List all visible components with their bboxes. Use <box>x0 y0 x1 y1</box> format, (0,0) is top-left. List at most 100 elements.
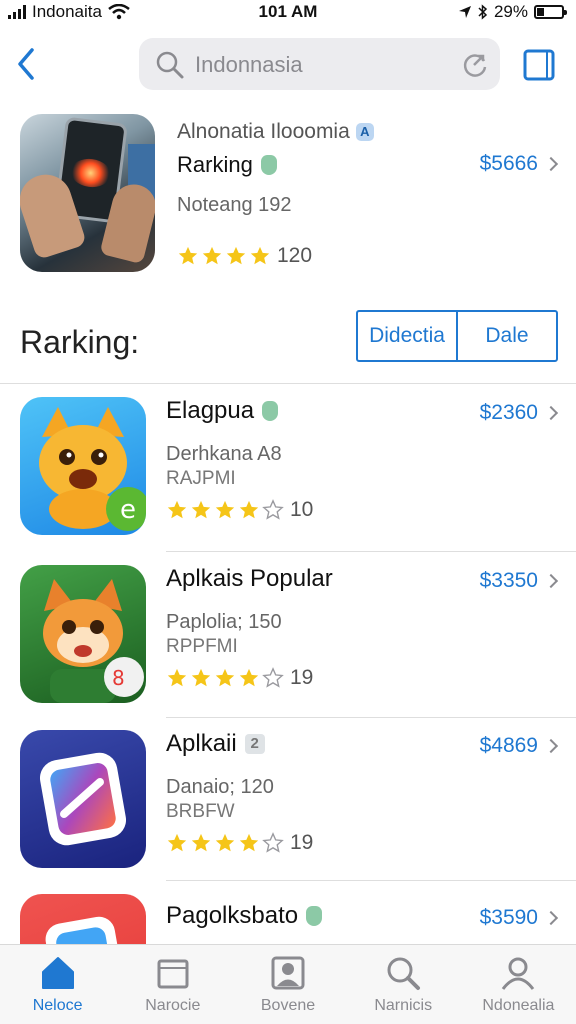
star-filled-icon <box>239 833 259 852</box>
fox-mascot-icon: e <box>39 407 146 531</box>
refresh-icon[interactable] <box>460 49 490 79</box>
app-price[interactable]: $3350 <box>479 569 559 593</box>
chevron-right-icon <box>543 156 559 172</box>
app-category: BRBFW <box>166 801 235 822</box>
status-bar: Indonaita 101 AM 29% <box>0 0 576 26</box>
bluetooth-icon <box>478 4 488 20</box>
divider <box>166 880 576 881</box>
battery-percent: 29% <box>493 2 528 21</box>
search-icon <box>387 957 421 990</box>
chevron-right-icon <box>543 910 559 926</box>
star-filled-icon <box>215 833 235 852</box>
rating-count: 10 <box>290 498 314 521</box>
rating-count: 19 <box>290 831 314 854</box>
featured-app-rating: 120 <box>177 244 312 268</box>
segment-option[interactable]: Didectia <box>358 312 456 360</box>
chevron-right-icon <box>543 405 559 421</box>
star-filled-icon <box>250 246 270 265</box>
featured-app-image <box>20 114 155 272</box>
tab-label: Narnicis <box>374 997 433 1014</box>
svg-text:e: e <box>120 495 136 525</box>
divider <box>0 383 576 384</box>
home-icon <box>41 957 74 989</box>
app-developer: Derhkana A8 <box>166 443 282 465</box>
app-developer: Danaio; 120 <box>166 776 274 798</box>
app-name: Aplkaii 2 <box>166 730 265 758</box>
star-filled-icon <box>215 500 235 519</box>
app-category: RAJPMI <box>166 468 236 489</box>
tab-profile[interactable]: Ndonealia <box>461 945 576 1024</box>
app-name-text: Pagolksbato <box>166 902 299 929</box>
green-badge-icon <box>262 401 279 421</box>
segment-option[interactable]: Dale <box>456 312 556 360</box>
tab-label: Bovene <box>260 997 316 1014</box>
app-icon: 8 <box>20 565 146 703</box>
app-list-item[interactable]: Pagolksbato $3590 <box>0 882 576 944</box>
app-name: Pagolksbato <box>166 902 323 930</box>
app-price[interactable]: $3590 <box>479 906 559 930</box>
app-icon <box>20 894 146 944</box>
app-developer: Paplolia; 150 <box>166 611 282 633</box>
number-badge: 2 <box>244 734 265 754</box>
search-field[interactable]: Indonnasia <box>139 38 500 90</box>
section-title: Rarking: <box>20 324 140 360</box>
tab-search[interactable]: Narnicis <box>346 945 461 1024</box>
star-rating <box>166 667 284 689</box>
flag-logo-icon <box>45 916 124 944</box>
profile-icon <box>502 957 535 990</box>
app-icon: e <box>20 397 146 535</box>
location-icon <box>458 6 471 18</box>
segmented-control[interactable]: Didectia Dale <box>356 310 558 362</box>
price-label: $3590 <box>479 906 538 929</box>
star-filled-icon <box>167 833 187 852</box>
featured-app[interactable]: Alnonatia Ilooomia A Rarking Noteang 192… <box>0 112 576 282</box>
app-rating: 10 <box>166 498 313 522</box>
star-filled-icon <box>239 668 259 687</box>
back-chevron-icon[interactable] <box>12 44 42 84</box>
star-empty-icon <box>262 832 284 853</box>
tab-label: Ndonealia <box>482 997 555 1014</box>
price-label: $3350 <box>479 569 538 592</box>
app-name-text: Aplkaii <box>166 730 237 757</box>
tab-label: Neloce <box>32 997 83 1014</box>
search-input[interactable]: Indonnasia <box>195 52 303 78</box>
app-price[interactable]: $4869 <box>480 734 559 758</box>
star-empty-icon <box>262 499 284 520</box>
app-list-item[interactable]: 8 Aplkais Popular Paplolia; 150 RPPFMI 1… <box>0 553 576 718</box>
chevron-right-icon <box>543 738 559 754</box>
featured-app-meta: Noteang 192 <box>177 194 292 216</box>
star-filled-icon <box>191 500 211 519</box>
tab-today[interactable]: Neloce <box>0 945 115 1024</box>
star-filled-icon <box>191 833 211 852</box>
tab-bar: Neloce Narocie Bovene Narnicis Ndonealia <box>0 944 576 1024</box>
battery-icon <box>534 5 567 19</box>
featured-app-title: Alnonatia Ilooomia A <box>177 120 374 144</box>
star-filled-icon <box>167 668 187 687</box>
app-price[interactable]: $2360 <box>479 401 559 425</box>
app-list-item[interactable]: Aplkaii 2 Danaio; 120 BRBFW 19 $4869 <box>0 718 576 883</box>
app-list-item[interactable]: e Elagpua Derhkana A8 RAJPMI 10 $2360 <box>0 385 576 550</box>
app-name: Elagpua <box>166 397 279 425</box>
featured-app-price[interactable]: $5666 <box>480 152 559 176</box>
star-rating <box>166 499 284 521</box>
green-badge-icon <box>306 906 323 926</box>
star-filled-icon <box>191 668 211 687</box>
rating-count: 19 <box>290 666 314 689</box>
nav-bar: Indonnasia <box>0 36 576 94</box>
search-icon <box>156 51 184 79</box>
tab-games[interactable]: Narocie <box>115 945 230 1024</box>
app-category: RPPFMI <box>166 636 238 657</box>
star-rating <box>177 245 271 267</box>
star-filled-icon <box>226 246 246 265</box>
tab-apps[interactable]: Bovene <box>230 945 345 1024</box>
app-name: Aplkais Popular <box>166 565 333 593</box>
bookmark-icon[interactable] <box>522 48 558 82</box>
app-name-text: Aplkais Popular <box>166 565 333 592</box>
rating-count: 120 <box>277 244 313 267</box>
star-rating <box>166 832 284 854</box>
app-name-text: Elagpua <box>166 397 255 424</box>
price-label: $2360 <box>479 401 538 424</box>
app-rating: 19 <box>166 666 313 690</box>
fox-character-icon: 8 <box>43 579 144 703</box>
verified-badge: A <box>355 123 374 141</box>
